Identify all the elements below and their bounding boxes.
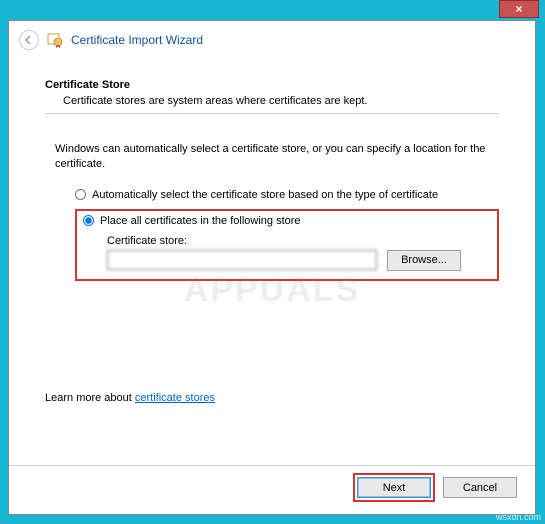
- section-description: Certificate stores are system areas wher…: [63, 95, 499, 107]
- store-field-label: Certificate store:: [107, 235, 491, 247]
- wizard-content: Certificate Store Certificate stores are…: [9, 59, 535, 281]
- footer-divider: [9, 465, 535, 466]
- radio-place-store[interactable]: [83, 215, 94, 226]
- section-title: Certificate Store: [45, 79, 499, 91]
- wizard-window: Certificate Import Wizard Certificate St…: [8, 20, 536, 515]
- cancel-button[interactable]: Cancel: [443, 477, 517, 498]
- wizard-footer: Next Cancel: [353, 473, 517, 502]
- learn-more: Learn more about certificate stores: [45, 392, 215, 404]
- learn-more-link[interactable]: certificate stores: [135, 392, 215, 404]
- highlight-next: Next: [353, 473, 435, 502]
- certificate-store-input[interactable]: [107, 250, 377, 270]
- next-button[interactable]: Next: [357, 477, 431, 498]
- radio-place-label[interactable]: Place all certificates in the following …: [100, 215, 301, 227]
- wizard-title: Certificate Import Wizard: [71, 33, 203, 47]
- back-arrow-icon: [24, 35, 34, 45]
- browse-button[interactable]: Browse...: [387, 250, 461, 271]
- learn-more-prefix: Learn more about: [45, 392, 135, 404]
- close-button[interactable]: ×: [499, 0, 539, 18]
- section-divider: [45, 113, 499, 114]
- highlight-place-store: Place all certificates in the following …: [75, 209, 499, 281]
- radio-auto-select[interactable]: [75, 189, 86, 200]
- wizard-header: Certificate Import Wizard: [9, 21, 535, 59]
- certificate-icon: [47, 32, 63, 48]
- intro-text: Windows can automatically select a certi…: [55, 142, 499, 173]
- radio-auto-label[interactable]: Automatically select the certificate sto…: [92, 189, 438, 201]
- back-button[interactable]: [19, 30, 39, 50]
